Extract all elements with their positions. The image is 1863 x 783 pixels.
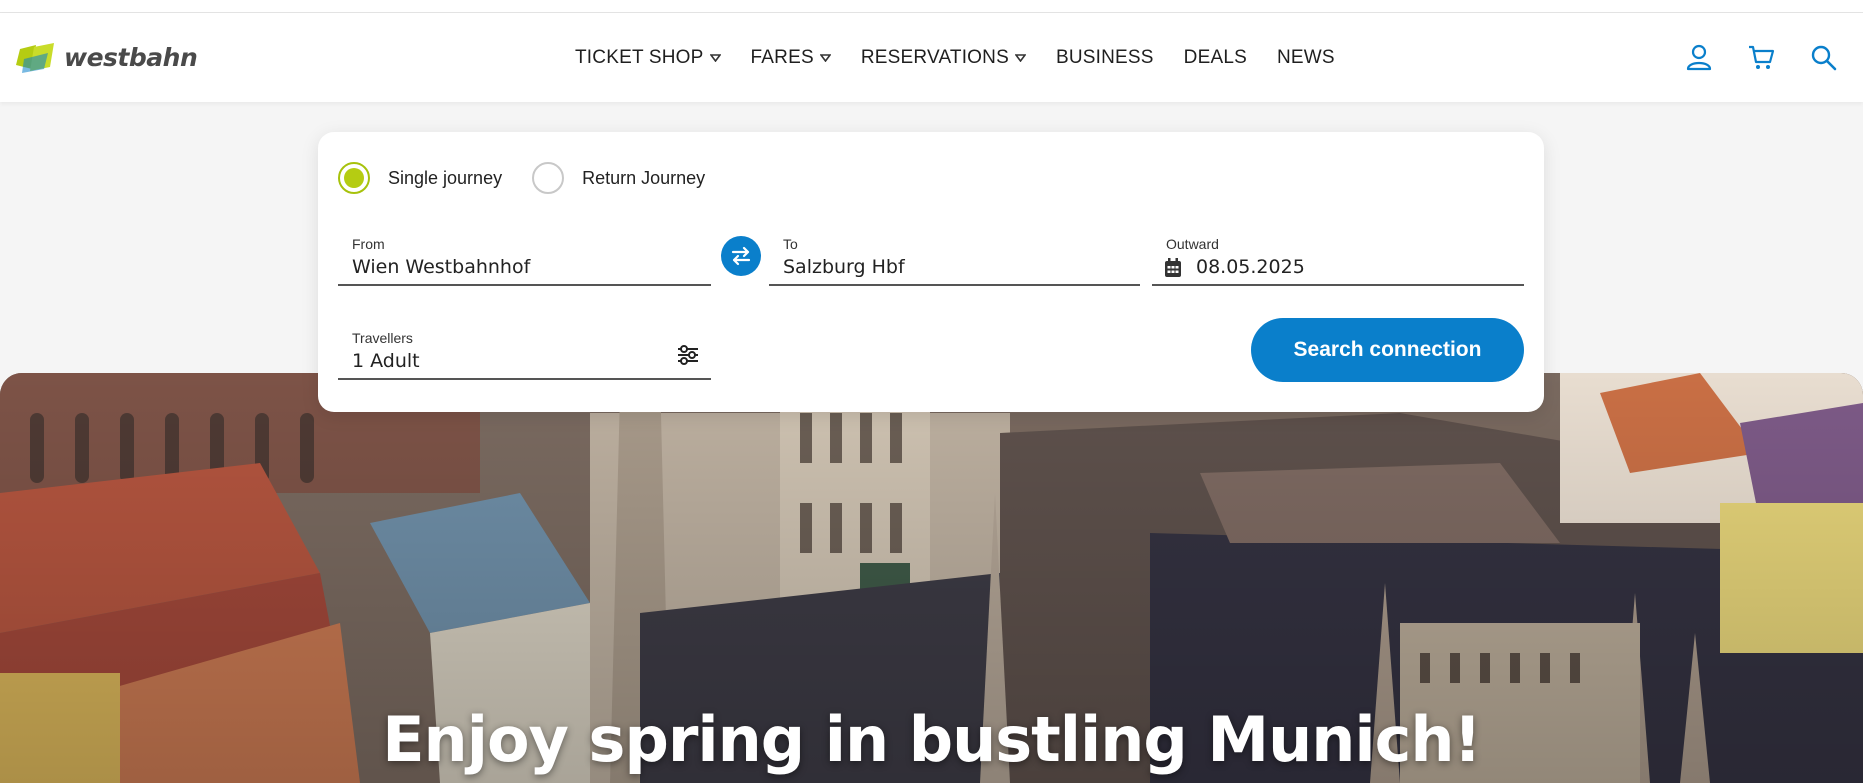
search-icon[interactable] <box>1809 43 1837 71</box>
to-input[interactable] <box>783 256 1080 278</box>
outward-date-field[interactable]: Outward <box>1152 228 1524 286</box>
nav-fares[interactable]: FARES <box>751 47 831 69</box>
radio-unchecked-icon <box>532 162 565 194</box>
hero-banner: Enjoy spring in bustling Munich! <box>0 373 1863 783</box>
site-header: westbahn TICKET SHOP FARES RESERVATIONS … <box>0 13 1863 102</box>
nav-business-label: BUSINESS <box>1055 46 1154 68</box>
outward-label: Outward <box>1166 236 1219 252</box>
nav-news-label: NEWS <box>1276 46 1335 68</box>
chevron-down-icon <box>1014 53 1026 62</box>
journey-type-selector: Single journey Return Journey <box>338 162 735 194</box>
to-label: To <box>783 236 798 252</box>
hero-headline: Enjoy spring in bustling Munich! <box>382 703 1482 776</box>
nav-business[interactable]: BUSINESS <box>1056 47 1154 69</box>
travellers-label: Travellers <box>352 330 413 346</box>
nav-ticket-shop-label: TICKET SHOP <box>575 46 704 68</box>
outward-date-input[interactable] <box>1196 256 1494 278</box>
westbahn-logo[interactable]: westbahn <box>14 39 198 75</box>
booking-form: Single journey Return Journey From To Ou… <box>318 132 1544 412</box>
nav-deals-label: DEALS <box>1183 46 1247 68</box>
from-input[interactable] <box>352 256 651 278</box>
sliders-settings-icon[interactable] <box>677 344 699 366</box>
main-navigation: TICKET SHOP FARES RESERVATIONS BUSINESS … <box>575 13 1365 102</box>
radio-checked-icon <box>338 162 370 194</box>
nav-news[interactable]: NEWS <box>1277 47 1335 69</box>
nav-reservations[interactable]: RESERVATIONS <box>861 47 1026 69</box>
nav-reservations-label: RESERVATIONS <box>860 46 1009 68</box>
travellers-field[interactable]: Travellers <box>338 322 711 380</box>
nav-ticket-shop[interactable]: TICKET SHOP <box>575 47 721 69</box>
header-actions <box>1685 43 1837 71</box>
radio-single-journey[interactable]: Single journey <box>338 162 502 194</box>
nav-fares-label: FARES <box>750 46 814 68</box>
swap-arrows-icon <box>731 246 751 266</box>
from-label: From <box>352 236 385 252</box>
to-field-box[interactable]: To <box>769 228 1140 286</box>
logo-wordmark: westbahn <box>64 42 198 72</box>
radio-return-journey[interactable]: Return Journey <box>532 162 705 194</box>
nav-deals[interactable]: DEALS <box>1184 47 1247 69</box>
radio-single-journey-label: Single journey <box>388 167 503 188</box>
radio-return-journey-label: Return Journey <box>582 167 706 188</box>
cart-icon[interactable] <box>1747 43 1775 71</box>
from-field-box[interactable]: From <box>338 228 711 286</box>
travellers-input[interactable] <box>352 350 651 372</box>
chevron-down-icon <box>709 53 721 62</box>
top-info-strip <box>0 0 1863 13</box>
search-connection-button[interactable]: Search connection <box>1251 318 1524 382</box>
logo-mark-icon <box>16 43 54 73</box>
chevron-down-icon <box>819 53 831 62</box>
calendar-icon <box>1165 258 1181 277</box>
swap-stations-button[interactable] <box>721 236 761 276</box>
user-icon[interactable] <box>1685 43 1713 71</box>
